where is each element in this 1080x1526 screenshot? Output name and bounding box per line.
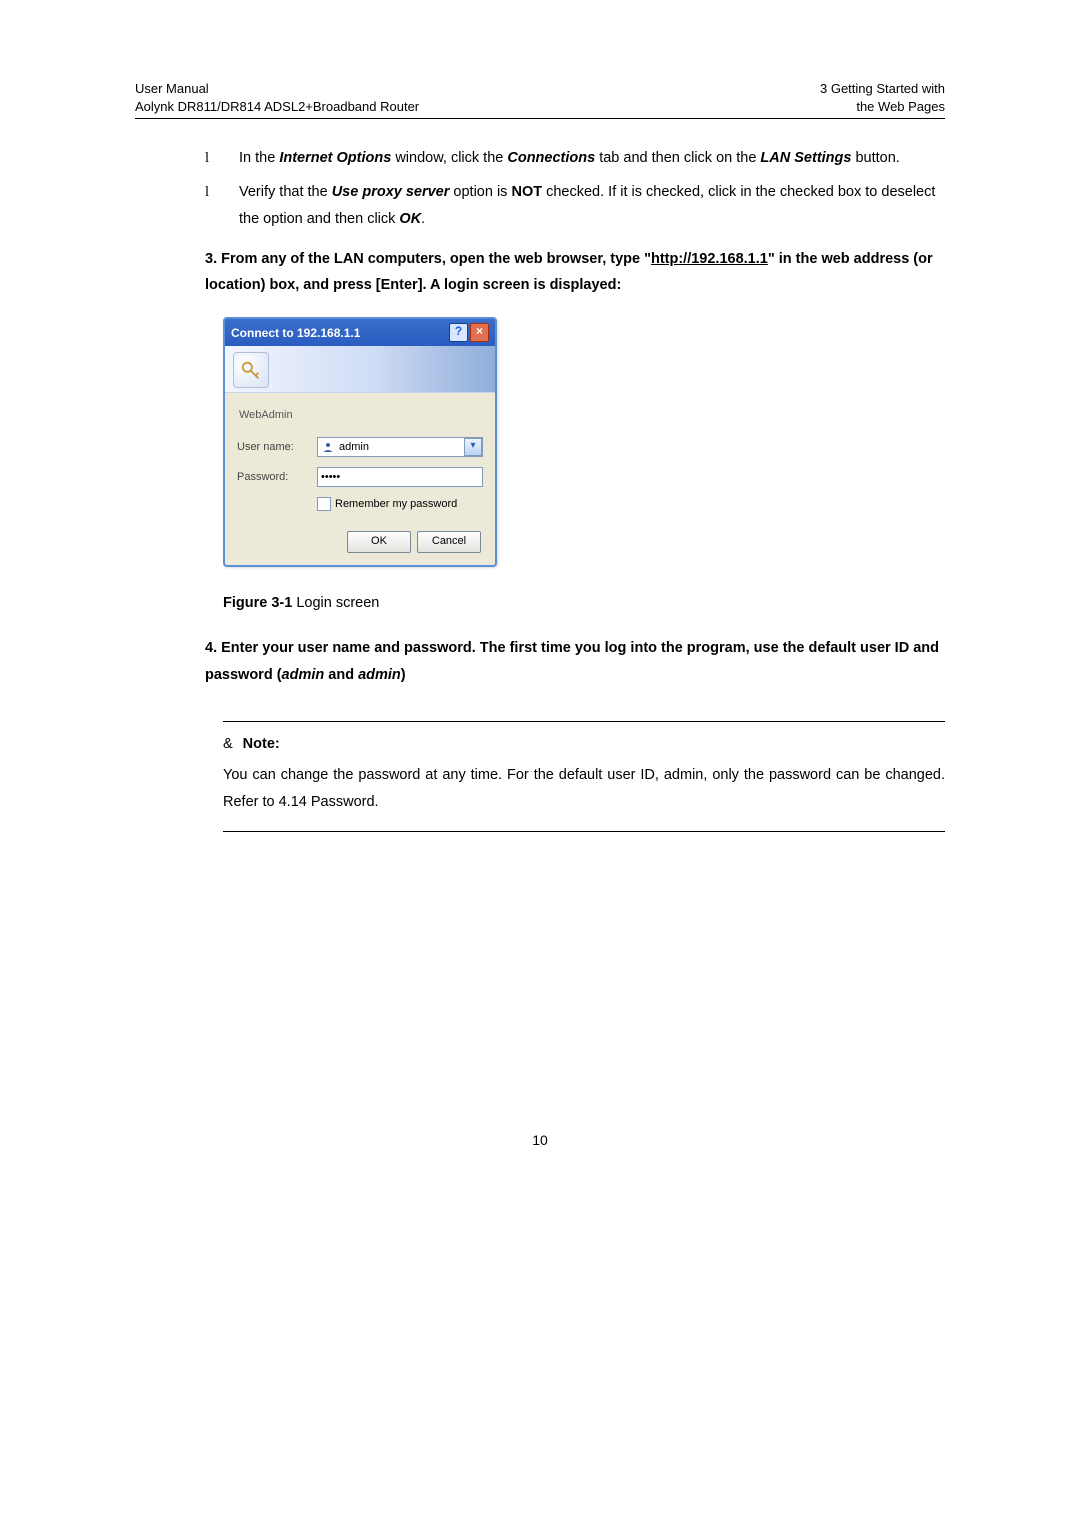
titlebar-buttons: ? × xyxy=(449,323,489,342)
figure-caption: Figure 3-1 Login screen xyxy=(223,595,945,611)
close-button[interactable]: × xyxy=(470,323,489,342)
bullet-text: In the Internet Options window, click th… xyxy=(239,145,900,171)
username-value: admin xyxy=(339,441,462,453)
ok-button[interactable]: OK xyxy=(347,531,411,553)
note-heading: &Note: xyxy=(223,736,945,752)
remember-label: Remember my password xyxy=(335,498,457,510)
login-dialog: Connect to 192.168.1.1 ? × WebAdmin User xyxy=(223,317,497,567)
divider xyxy=(223,721,945,722)
page-header: User Manual Aolynk DR811/DR814 ADSL2+Bro… xyxy=(135,80,945,119)
dialog-title: Connect to 192.168.1.1 xyxy=(231,326,360,340)
page-number: 10 xyxy=(135,1132,945,1148)
username-row: User name: admin ▾ xyxy=(237,437,483,457)
dialog-banner xyxy=(225,346,495,393)
note-block: &Note: You can change the password at an… xyxy=(223,721,945,832)
page: User Manual Aolynk DR811/DR814 ADSL2+Bro… xyxy=(0,0,1080,1148)
note-symbol: & xyxy=(223,736,233,752)
divider xyxy=(223,831,945,832)
bullet-mark: l xyxy=(205,179,239,231)
chevron-down-icon[interactable]: ▾ xyxy=(464,438,482,456)
auth-realm: WebAdmin xyxy=(239,409,483,421)
bullet-mark: l xyxy=(205,145,239,171)
caption-text: Login screen xyxy=(292,595,379,611)
header-right-line1: 3 Getting Started with xyxy=(820,80,945,98)
bullet-list: l In the Internet Options window, click … xyxy=(205,145,945,231)
bullet-item: l In the Internet Options window, click … xyxy=(205,145,945,171)
dialog-body: WebAdmin User name: admin ▾ Password: ••… xyxy=(225,393,495,565)
router-url: http://192.168.1.1 xyxy=(651,251,768,267)
remember-checkbox[interactable] xyxy=(317,497,331,511)
username-label: User name: xyxy=(237,441,317,453)
dialog-titlebar[interactable]: Connect to 192.168.1.1 ? × xyxy=(225,319,495,346)
step-4: 4. Enter your user name and password. Th… xyxy=(205,635,945,689)
header-right: 3 Getting Started with the Web Pages xyxy=(820,80,945,116)
figure-wrap: Connect to 192.168.1.1 ? × WebAdmin User xyxy=(223,317,945,567)
remember-row: Remember my password xyxy=(317,497,483,511)
username-input[interactable]: admin ▾ xyxy=(317,437,483,457)
user-icon xyxy=(321,440,335,454)
bullet-text: Verify that the Use proxy server option … xyxy=(239,179,945,231)
dialog-buttons: OK Cancel xyxy=(237,531,483,553)
header-right-line2: the Web Pages xyxy=(820,98,945,116)
step-3: 3. From any of the LAN computers, open t… xyxy=(205,246,945,300)
caption-number: Figure 3-1 xyxy=(223,595,292,611)
header-left-line1: User Manual xyxy=(135,80,419,98)
password-row: Password: ••••• xyxy=(237,467,483,487)
keys-icon xyxy=(233,352,269,388)
header-left: User Manual Aolynk DR811/DR814 ADSL2+Bro… xyxy=(135,80,419,116)
password-input[interactable]: ••••• xyxy=(317,467,483,487)
help-button[interactable]: ? xyxy=(449,323,468,342)
note-label: Note: xyxy=(243,736,280,752)
note-body: You can change the password at any time.… xyxy=(223,762,945,817)
header-left-line2: Aolynk DR811/DR814 ADSL2+Broadband Route… xyxy=(135,98,419,116)
password-value: ••••• xyxy=(321,471,340,483)
bullet-item: l Verify that the Use proxy server optio… xyxy=(205,179,945,231)
cancel-button[interactable]: Cancel xyxy=(417,531,481,553)
password-label: Password: xyxy=(237,471,317,483)
